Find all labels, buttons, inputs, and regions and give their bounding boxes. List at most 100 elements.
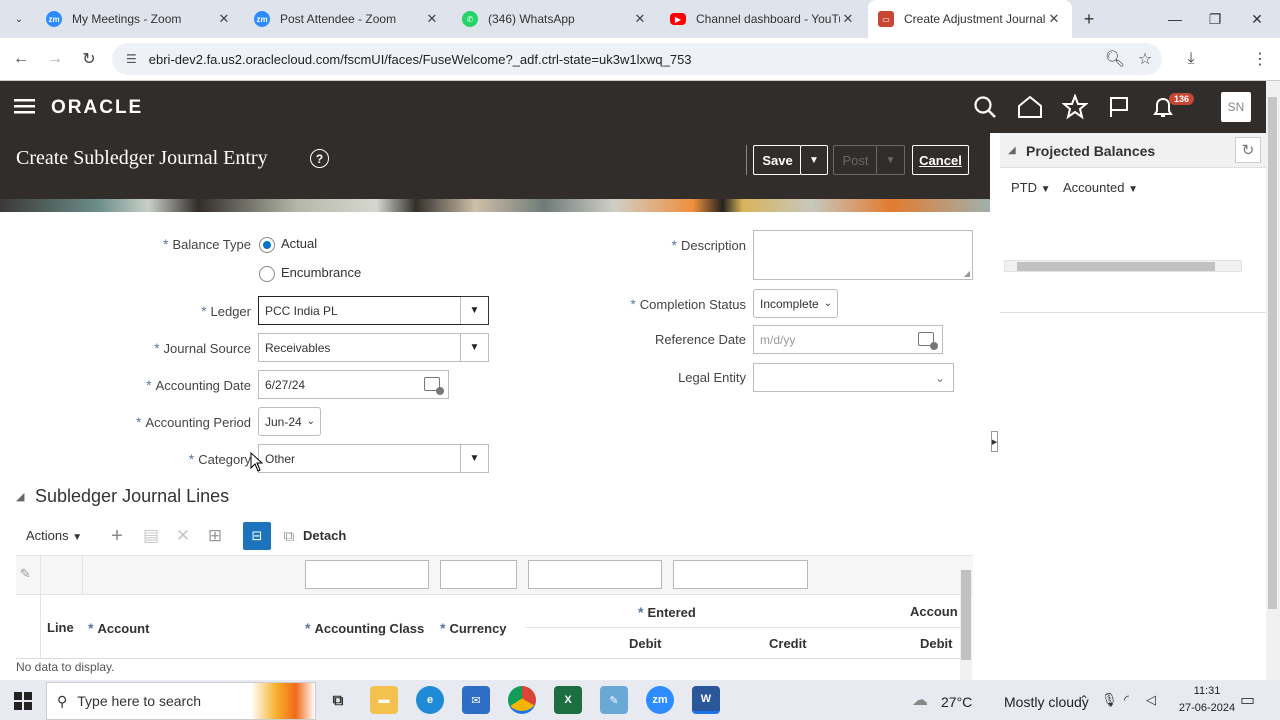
column-header-accounted-debit[interactable]: Debit bbox=[920, 636, 953, 651]
description-textarea[interactable]: ◢ bbox=[753, 230, 973, 280]
file-explorer-icon[interactable]: ▬ bbox=[370, 686, 398, 714]
filter-accounting-class-input[interactable] bbox=[305, 560, 429, 589]
home-icon[interactable] bbox=[1017, 95, 1043, 122]
category-dropdown-icon[interactable]: ▼ bbox=[460, 445, 488, 472]
column-header-line[interactable]: Line bbox=[47, 620, 74, 635]
cancel-button[interactable]: Cancel bbox=[912, 145, 969, 175]
user-avatar[interactable]: SN bbox=[1221, 92, 1251, 122]
accounted-dropdown[interactable]: Accounted ▼ bbox=[1063, 180, 1138, 195]
bookmark-star-icon[interactable]: ☆ bbox=[1132, 46, 1158, 72]
close-tab-icon[interactable]: ✕ bbox=[216, 11, 232, 27]
edge-icon[interactable]: e bbox=[416, 686, 444, 714]
column-header-accounting-class[interactable]: * Accounting Class bbox=[305, 620, 424, 636]
save-button[interactable]: Save bbox=[753, 145, 801, 175]
close-tab-icon[interactable]: ✕ bbox=[632, 11, 648, 27]
clock-time[interactable]: 11:31 bbox=[1175, 685, 1239, 697]
journal-source-dropdown-icon[interactable]: ▼ bbox=[460, 334, 488, 361]
close-tab-icon[interactable]: ✕ bbox=[840, 11, 856, 27]
ledger-dropdown-icon[interactable]: ▼ bbox=[460, 297, 488, 324]
filter-entered-credit-input[interactable] bbox=[673, 560, 808, 589]
url-field[interactable]: ☰ ebri-dev2.fa.us2.oraclecloud.com/fscmU… bbox=[112, 43, 1162, 75]
volume-icon[interactable]: ◁ bbox=[1146, 692, 1156, 708]
accounting-period-select[interactable]: Jun-24 ⌄ bbox=[258, 407, 321, 436]
balance-type-actual-radio[interactable] bbox=[259, 237, 275, 253]
zoom-app-icon[interactable]: zm bbox=[646, 686, 674, 714]
browser-tab[interactable]: zm My Meetings - Zoom ✕ bbox=[36, 0, 242, 38]
delete-icon[interactable]: ✕ bbox=[173, 526, 193, 546]
post-button[interactable]: Post bbox=[833, 145, 877, 175]
reference-date-field[interactable]: m/d/yy bbox=[753, 325, 943, 354]
ptd-dropdown[interactable]: PTD ▼ bbox=[1011, 180, 1051, 195]
actions-menu[interactable]: Actions ▼ bbox=[26, 528, 82, 543]
browser-tab-active[interactable]: ▭ Create Adjustment Journal - ✕ bbox=[868, 0, 1072, 38]
browser-menu-icon[interactable]: ⋮ bbox=[1247, 46, 1273, 72]
calendar-icon[interactable] bbox=[918, 332, 938, 350]
favorites-star-icon[interactable] bbox=[1061, 93, 1089, 123]
browser-tab[interactable]: ✆ (346) WhatsApp ✕ bbox=[452, 0, 658, 38]
detach-button[interactable]: Detach bbox=[303, 528, 346, 543]
query-by-example-icon[interactable]: ⊟ bbox=[243, 522, 271, 550]
paint-icon[interactable]: ✎ bbox=[600, 686, 628, 714]
reload-icon[interactable]: ↻ bbox=[76, 46, 102, 72]
category-field[interactable]: Other ▼ bbox=[258, 444, 489, 473]
panel-splitter-icon[interactable]: ▶ bbox=[991, 431, 998, 452]
completion-status-select[interactable]: Incomplete ⌄ bbox=[753, 289, 838, 318]
post-menu-chevron-icon[interactable]: ▼ bbox=[876, 145, 905, 175]
accounting-date-field[interactable]: 6/27/24 bbox=[258, 370, 449, 399]
zoom-icon[interactable]: 🔍︎ bbox=[1102, 46, 1128, 72]
close-tab-icon[interactable]: ✕ bbox=[1046, 11, 1062, 27]
filter-currency-input[interactable] bbox=[440, 560, 517, 589]
weather-temp[interactable]: 27°C bbox=[941, 694, 972, 710]
new-tab-icon[interactable]: + bbox=[1078, 8, 1100, 30]
windows-start-icon[interactable] bbox=[14, 692, 32, 713]
resize-handle-icon[interactable]: ◢ bbox=[964, 269, 970, 278]
collapse-triangle-icon[interactable]: ◢ bbox=[1008, 145, 1016, 156]
browser-tab[interactable]: ▶ Channel dashboard - YouTu ✕ bbox=[660, 0, 866, 38]
legal-entity-select[interactable]: ⌄ bbox=[753, 363, 954, 392]
microphone-icon[interactable]: 🎙︎ bbox=[1101, 692, 1118, 708]
search-icon[interactable] bbox=[973, 95, 997, 122]
restore-icon[interactable]: ❐ bbox=[1192, 0, 1238, 38]
column-header-account[interactable]: * Account bbox=[88, 620, 149, 636]
column-header-entered-debit[interactable]: Debit bbox=[629, 636, 662, 651]
hamburger-menu-icon[interactable] bbox=[14, 96, 36, 116]
chrome-icon[interactable] bbox=[508, 686, 536, 714]
forward-icon[interactable]: → bbox=[42, 46, 68, 72]
notification-center-icon[interactable]: ▭ bbox=[1240, 690, 1255, 710]
taskbar-search-box[interactable]: ⚲ Type here to search bbox=[46, 682, 316, 720]
show-hidden-icons-icon[interactable]: ⌃ bbox=[1079, 693, 1089, 707]
mail-icon[interactable]: ✉ bbox=[462, 686, 490, 714]
detach-icon[interactable]: ⧉ bbox=[279, 526, 299, 546]
help-icon[interactable]: ? bbox=[310, 149, 329, 168]
watchlist-flag-icon[interactable] bbox=[1107, 95, 1131, 122]
page-scrollbar[interactable] bbox=[1266, 81, 1280, 680]
window-close-icon[interactable]: ✕ bbox=[1234, 0, 1280, 38]
site-info-icon[interactable]: ☰ bbox=[126, 52, 137, 66]
browser-tab[interactable]: zm Post Attendee - Zoom ✕ bbox=[244, 0, 450, 38]
weather-cloud-icon[interactable]: ☁ bbox=[912, 690, 928, 710]
tab-search-icon[interactable]: ⌄ bbox=[8, 8, 30, 30]
add-row-icon[interactable]: + bbox=[107, 525, 127, 547]
save-menu-chevron-icon[interactable]: ▼ bbox=[800, 145, 828, 175]
wifi-icon[interactable]: ◜ bbox=[1124, 692, 1129, 708]
table-scrollbar[interactable] bbox=[960, 570, 972, 680]
balance-type-encumbrance-radio[interactable] bbox=[259, 266, 275, 282]
refresh-icon[interactable]: ↻ bbox=[1235, 137, 1261, 163]
back-icon[interactable]: ← bbox=[8, 46, 34, 72]
word-icon[interactable]: W bbox=[692, 686, 720, 714]
close-tab-icon[interactable]: ✕ bbox=[424, 11, 440, 27]
calendar-icon[interactable] bbox=[424, 377, 444, 395]
scrollbar-thumb[interactable] bbox=[1017, 262, 1215, 271]
task-view-icon[interactable]: ⧉ bbox=[324, 686, 352, 714]
download-icon[interactable]: ⤓ bbox=[1178, 46, 1204, 72]
column-header-currency[interactable]: * Currency bbox=[440, 620, 507, 636]
clock-date[interactable]: 27-06-2024 bbox=[1170, 702, 1244, 714]
duplicate-icon[interactable]: ▤ bbox=[141, 526, 161, 546]
column-settings-icon[interactable]: ⊞ bbox=[205, 526, 225, 546]
filter-entered-debit-input[interactable] bbox=[528, 560, 662, 589]
page-scrollbar-thumb[interactable] bbox=[1268, 97, 1277, 609]
oracle-logo[interactable]: ORACLE bbox=[51, 97, 143, 119]
ledger-field[interactable]: PCC India PL ▼ bbox=[258, 296, 489, 325]
journal-source-field[interactable]: Receivables ▼ bbox=[258, 333, 489, 362]
weather-text[interactable]: Mostly cloudy bbox=[1004, 694, 1089, 710]
